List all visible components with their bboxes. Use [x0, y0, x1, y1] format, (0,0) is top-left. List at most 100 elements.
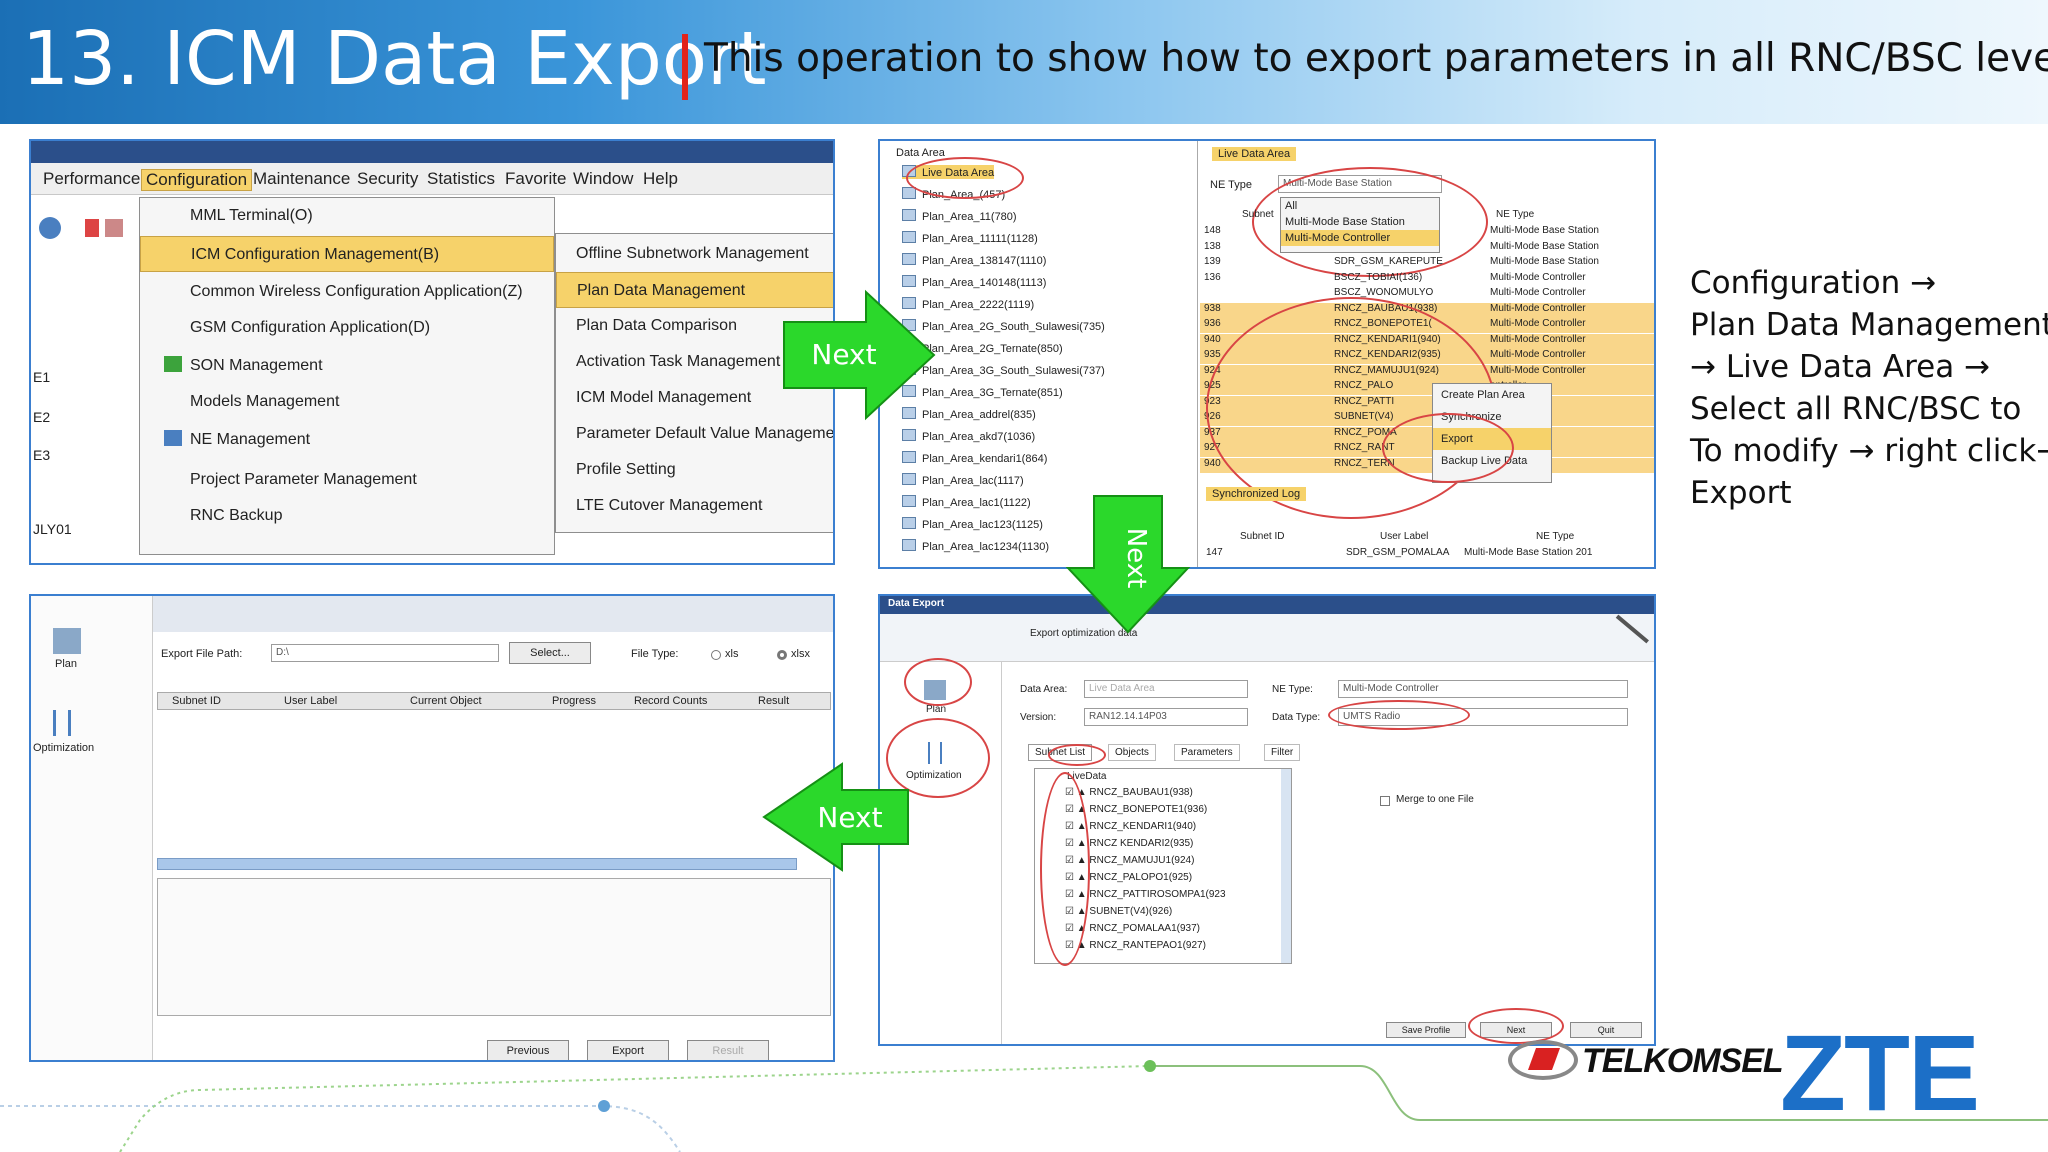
data-area-select[interactable]: Live Data Area — [1084, 680, 1248, 698]
table-row[interactable]: 136 BSCZ_TOBIAI(136) Multi-Mode Controller — [1200, 272, 1654, 287]
table-row[interactable]: 148 Multi-Mode Base Station — [1200, 225, 1654, 240]
screenshot-data-export-dialog: Data Export Export optimization data Pla… — [878, 594, 1656, 1046]
table-cell: BSCZ_TOBIAI(136) — [1334, 271, 1423, 283]
tab-objects[interactable]: Objects — [1108, 744, 1156, 761]
list-item-label: RNCZ_PATTIROSOMPA1(923 — [1089, 889, 1226, 900]
version-select[interactable]: RAN12.14.14P03 — [1084, 708, 1248, 726]
menu-item-son-management[interactable]: SON Management — [140, 348, 554, 384]
sync-log-title: Synchronized Log — [1206, 487, 1307, 501]
menu-item-ne-management[interactable]: NE Management — [140, 422, 554, 458]
list-item-label: RNCZ_RANTEPAO1(927) — [1089, 940, 1206, 951]
table-cell: Multi-Mode Controller — [1490, 287, 1586, 298]
globe-icon[interactable] — [39, 217, 61, 239]
menu-item-icm-configuration[interactable]: ICM Configuration Management(B) — [140, 236, 554, 272]
ctx-create-plan-area[interactable]: Create Plan Area — [1433, 384, 1551, 406]
users-icon[interactable] — [105, 219, 123, 237]
tree-item[interactable]: Plan_Area_11(780) — [902, 209, 1017, 223]
radio-xlsx[interactable] — [777, 650, 787, 660]
version-label: Version: — [1020, 712, 1057, 723]
configuration-dropdown: MML Terminal(O) ICM Configuration Manage… — [139, 197, 555, 555]
title-divider — [682, 34, 688, 100]
submenu-profile-setting[interactable]: Profile Setting — [556, 452, 833, 488]
highlight-plan — [904, 658, 972, 706]
tab-filter[interactable]: Filter — [1264, 744, 1301, 761]
quit-button[interactable]: Quit — [1570, 1022, 1642, 1038]
submenu-offline-subnetwork[interactable]: Offline Subnetwork Management — [556, 236, 833, 272]
next-arrow-down-label: Next — [1121, 528, 1151, 589]
list-item-label: RNCZ_PALOPO1(925) — [1089, 872, 1193, 883]
tree-item[interactable]: Plan_Area_akd7(1036) — [902, 429, 1035, 443]
col-result: Result — [758, 695, 790, 707]
dropdown-option-all[interactable]: All — [1281, 198, 1439, 214]
dlg-ne-type-select[interactable]: Multi-Mode Controller — [1338, 680, 1628, 698]
tree-item[interactable]: Plan_Area_lac1234(1130) — [902, 539, 1049, 553]
table-cell: 938 — [1204, 302, 1221, 314]
menu-item-common-wireless[interactable]: Common Wireless Configuration Applicatio… — [140, 274, 554, 310]
instruction-line-4: Select all RNC/BSC to — [1690, 391, 2022, 427]
table-cell: Multi-Mode Controller — [1490, 271, 1586, 283]
table-cell: 139 — [1204, 256, 1221, 267]
menu-favorite[interactable]: Favorite — [505, 169, 566, 189]
menu-help[interactable]: Help — [643, 169, 678, 189]
submenu-lte-cutover[interactable]: LTE Cutover Management — [556, 488, 833, 524]
lock-icon[interactable] — [85, 219, 99, 237]
tree-item[interactable]: Plan_Area_140148(1113) — [902, 275, 1046, 289]
telkomsel-red-icon — [1527, 1048, 1561, 1070]
menu-performance[interactable]: Performance — [43, 169, 140, 189]
tree-title: Data Area — [896, 147, 945, 159]
menu-item-mml-terminal[interactable]: MML Terminal(O) — [140, 198, 554, 234]
table-row[interactable]: BSCZ_WONOMULYO Multi-Mode Controller — [1200, 287, 1654, 302]
table-cell: Multi-Mode Controller — [1490, 349, 1586, 360]
menu-statistics[interactable]: Statistics — [427, 169, 495, 189]
optimization-icon[interactable] — [53, 710, 71, 736]
tree-item[interactable]: Plan_Area_lac1(1122) — [902, 495, 1031, 509]
menu-maintenance[interactable]: Maintenance — [253, 169, 350, 189]
merge-checkbox[interactable] — [1380, 796, 1390, 806]
menu-item-project-parameter[interactable]: Project Parameter Management — [140, 462, 554, 498]
radio-xls-label: xls — [725, 648, 739, 660]
list-item[interactable]: ☑ ▲ RNCZ_BAUBAU1(938) — [1065, 787, 1193, 798]
save-profile-button[interactable]: Save Profile — [1386, 1022, 1466, 1038]
menu-security[interactable]: Security — [357, 169, 418, 189]
sync-row-netype: Multi-Mode Base Station 201 — [1464, 547, 1593, 558]
list-item-label: RNCZ KENDARI2(935) — [1089, 838, 1194, 849]
tree-item[interactable]: Plan_Area_11111(1128) — [902, 231, 1038, 245]
export-path-label: Export File Path: — [161, 648, 243, 660]
table-cell: Multi-Mode Controller — [1490, 302, 1586, 314]
select-path-button[interactable]: Select... — [509, 642, 591, 664]
col-user-label: User Label — [284, 695, 338, 707]
menu-configuration[interactable]: Configuration — [141, 169, 253, 191]
page-subtitle: This operation to show how to export par… — [704, 36, 2048, 81]
menu-item-gsm-configuration[interactable]: GSM Configuration Application(D) — [140, 310, 554, 346]
table-cell: 148 — [1204, 225, 1221, 236]
radio-xls[interactable] — [711, 650, 721, 660]
list-item-label: RNCZ_KENDARI1(940) — [1089, 821, 1197, 832]
list-item-label: RNCZ_POMALAA1(937) — [1089, 923, 1201, 934]
next-arrow-right-label: Next — [811, 338, 876, 371]
table-row[interactable]: 139 SDR_GSM_KAREPUTE Multi-Mode Base Stati… — [1200, 256, 1654, 271]
dialog-banner — [880, 614, 1654, 662]
list-item[interactable]: ☑ ▲ RNCZ_RANTEPAO1(927) — [1065, 940, 1206, 951]
export-path-input[interactable]: D:\ — [271, 644, 499, 662]
screenshot-export-progress: Plan Optimization Export File Path: D:\ … — [29, 594, 835, 1062]
side-nav: Plan Optimization — [31, 596, 153, 1060]
list-item[interactable]: ☑ ▲ RNCZ_BONEPOTE1(936) — [1065, 804, 1207, 815]
table-cell: SDR_GSM_KAREPUTE — [1334, 256, 1443, 267]
table-row[interactable]: 138 Multi-Mode Base Station — [1200, 241, 1654, 256]
menu-item-models-management[interactable]: Models Management — [140, 384, 554, 420]
tree-item[interactable]: Plan_Area_kendari1(864) — [902, 451, 1047, 465]
menu-item-rnc-backup[interactable]: RNC Backup — [140, 498, 554, 534]
horizontal-scrollbar[interactable] — [157, 858, 797, 870]
menu-window[interactable]: Window — [573, 169, 633, 189]
ne-management-icon — [164, 430, 182, 446]
subnet-list-scrollbar[interactable] — [1281, 769, 1291, 963]
tab-parameters[interactable]: Parameters — [1174, 744, 1240, 761]
tree-item[interactable]: Plan_Area_138147(1110) — [902, 253, 1046, 267]
highlight-checkboxes — [1040, 772, 1090, 966]
file-type-label: File Type: — [631, 648, 679, 660]
plan-icon[interactable] — [53, 628, 81, 654]
col-subnet: Subnet — [1242, 209, 1274, 220]
instruction-line-3: → Live Data Area → — [1690, 349, 1991, 385]
tree-item[interactable]: Plan_Area_lac(1117) — [902, 473, 1024, 487]
tree-item[interactable]: Plan_Area_lac123(1125) — [902, 517, 1043, 531]
